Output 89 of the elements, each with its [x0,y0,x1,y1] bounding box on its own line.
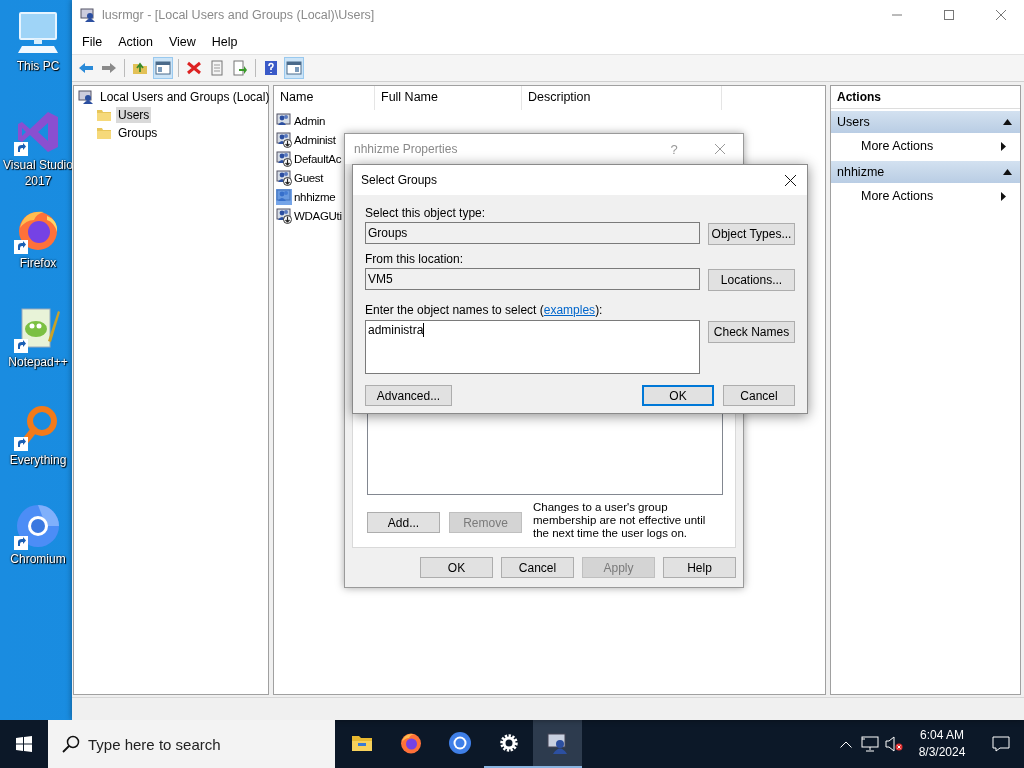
submenu-arrow-icon [1001,191,1006,201]
collapse-icon[interactable] [1003,119,1012,125]
search-icon [62,735,80,753]
folder-icon [96,107,112,123]
pane-icon [155,60,171,76]
column-header[interactable]: Name [274,86,375,110]
icon-label: This PC [15,58,61,74]
table-cell[interactable]: nhhizme [294,190,336,203]
taskbar-button[interactable] [533,720,582,768]
computer-users-icon [80,7,96,23]
action-label: More Actions [861,189,934,203]
windows-logo-icon [16,736,32,752]
dialog-title: Select Groups [361,173,439,187]
action-item[interactable]: More Actions [831,183,1020,209]
field-label: Enter the object names to select ( [365,303,544,317]
back-arrow-icon [78,60,94,76]
folder-up-icon [132,60,148,76]
dialog-button[interactable]: OK [642,385,714,406]
field-label: Select this object type: [365,206,487,220]
computer-users-icon [78,89,94,105]
pane-title: Actions [831,86,1020,109]
section-header[interactable]: Users [831,111,1020,133]
input-field[interactable]: Groups [365,222,700,244]
toolbar-button[interactable] [153,57,173,79]
icon-label: Chromium [9,550,67,567]
field-label: ): [595,303,603,317]
dialog-button[interactable]: Add... [367,512,440,533]
properties-icon [209,60,225,76]
tree-item[interactable]: Groups [116,125,160,141]
menu-item[interactable]: Help [203,35,246,49]
input-field[interactable]: VM5 [365,268,700,290]
clock-button[interactable]: 6:04 AM 8/3/2024 [912,720,972,768]
dialog-button[interactable]: Object Types... [708,223,795,245]
section-title: Users [837,115,870,129]
action-item[interactable]: More Actions [831,133,1020,159]
section-title: nhhizme [837,165,885,179]
submenu-arrow-icon [1001,141,1006,151]
section-header[interactable]: nhhizme [831,161,1020,183]
chevron-up-icon [840,740,852,748]
clock-date: 8/3/2024 [918,744,966,761]
dialog-title: nhhizme Properties [354,142,459,156]
maximize-icon [944,10,954,20]
dialog-button[interactable]: Advanced... [365,385,452,406]
export-list-icon [232,60,248,76]
dialog-button[interactable]: Cancel [723,385,795,406]
field-label: From this location: [365,252,465,266]
user-icon[interactable] [276,188,292,205]
network-icon [861,736,879,752]
icon-label: Firefox [18,255,58,272]
clock-time: 6:04 AM [920,727,964,744]
window-title: lusrmgr - [Local Users and Groups (Local)\Users] [102,8,376,22]
dialog-button[interactable]: Check Names [708,321,795,343]
tree-item[interactable]: Local Users and Groups (Local) [98,89,272,105]
column-header[interactable]: Description [522,86,722,110]
group-list[interactable] [367,413,723,495]
close-icon [784,174,796,186]
speaker-muted-icon [885,736,903,752]
dialog-button[interactable]: Help [663,557,736,578]
notification-icon [992,736,1010,752]
names-field[interactable]: administra [365,320,700,374]
search-field[interactable]: Type here to search [48,720,335,768]
icon-label: Visual Studio 2017 [2,156,74,189]
membership-note: Changes to a user's group membership are not effective until the next time the user logs on. [533,501,707,540]
icon-label: Everything [8,452,68,469]
column-header[interactable]: Full Name [375,86,522,110]
fox-icon [398,731,423,755]
menu-item[interactable]: File [74,35,111,49]
dialog-button[interactable]: Cancel [501,557,574,578]
action-label: More Actions [861,139,934,153]
icon-label: Notepad++ [7,353,69,370]
folder-icon [96,125,112,141]
delete-icon [186,60,202,76]
forward-arrow-icon [101,60,117,76]
dialog-button[interactable]: OK [420,557,493,578]
help-icon [263,60,279,76]
close-icon [996,10,1006,20]
close-icon [715,144,725,154]
menu-item[interactable]: View [160,35,204,49]
ring-icon [447,731,472,755]
dialog-button[interactable]: Locations... [708,269,795,291]
collapse-icon[interactable] [1003,169,1012,175]
pane-icon [286,60,302,76]
examples-link[interactable]: examples [543,303,596,317]
menu-item[interactable]: Action [110,35,161,49]
toolbar-button[interactable] [284,57,304,79]
tree-item[interactable]: Users [116,107,152,123]
toolbar-button[interactable] [230,57,250,79]
table-cell[interactable]: Admin [294,114,326,127]
computer-users-icon [545,731,570,755]
